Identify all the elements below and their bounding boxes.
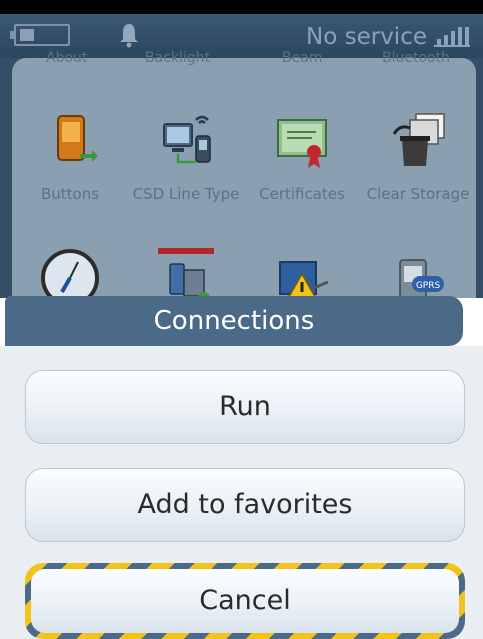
app-grid-background: About Backlight Beam Bluetooth Buttons C… — [0, 50, 483, 307]
app-label: CSD Line Type — [132, 185, 240, 203]
app-grid-panel: About Backlight Beam Bluetooth Buttons C… — [12, 50, 476, 307]
sheet-title: Connections — [5, 296, 463, 346]
csd-line-type-icon — [163, 115, 211, 164]
app-label: Clear Storage — [366, 185, 470, 203]
service-status: No service — [306, 24, 427, 50]
app-certificates[interactable]: Certificates — [244, 110, 360, 204]
app-label-bluetooth: Bluetooth — [382, 50, 450, 66]
clear-storage-icon — [392, 113, 445, 166]
svg-text:GPRS: GPRS — [416, 281, 441, 291]
app-label: Certificates — [259, 185, 345, 203]
app-label: Buttons — [40, 185, 100, 203]
app-label-about: About — [46, 50, 88, 66]
cut-off-labels-row: About Backlight Beam Bluetooth — [12, 50, 476, 66]
app-label-backlight: Backlight — [145, 50, 211, 66]
cancel-button-label: Cancel — [31, 569, 459, 633]
screen: No service About Backlight Beam Bluetoot… — [0, 0, 483, 639]
app-label-beam: Beam — [282, 50, 323, 66]
buttons-icon — [57, 115, 98, 162]
app-csd-line-type[interactable]: CSD Line Type — [128, 110, 244, 204]
add-to-favorites-button[interactable]: Add to favorites — [25, 468, 465, 542]
battery-icon — [10, 24, 70, 46]
signal-icon — [434, 27, 470, 47]
certificates-icon — [277, 119, 327, 168]
run-button[interactable]: Run — [25, 370, 465, 444]
bell-icon — [120, 24, 138, 48]
cancel-button[interactable]: Cancel — [25, 563, 465, 639]
app-clear-storage[interactable]: Clear Storage — [360, 110, 476, 204]
top-strip — [0, 0, 483, 14]
app-buttons[interactable]: Buttons — [12, 110, 128, 204]
